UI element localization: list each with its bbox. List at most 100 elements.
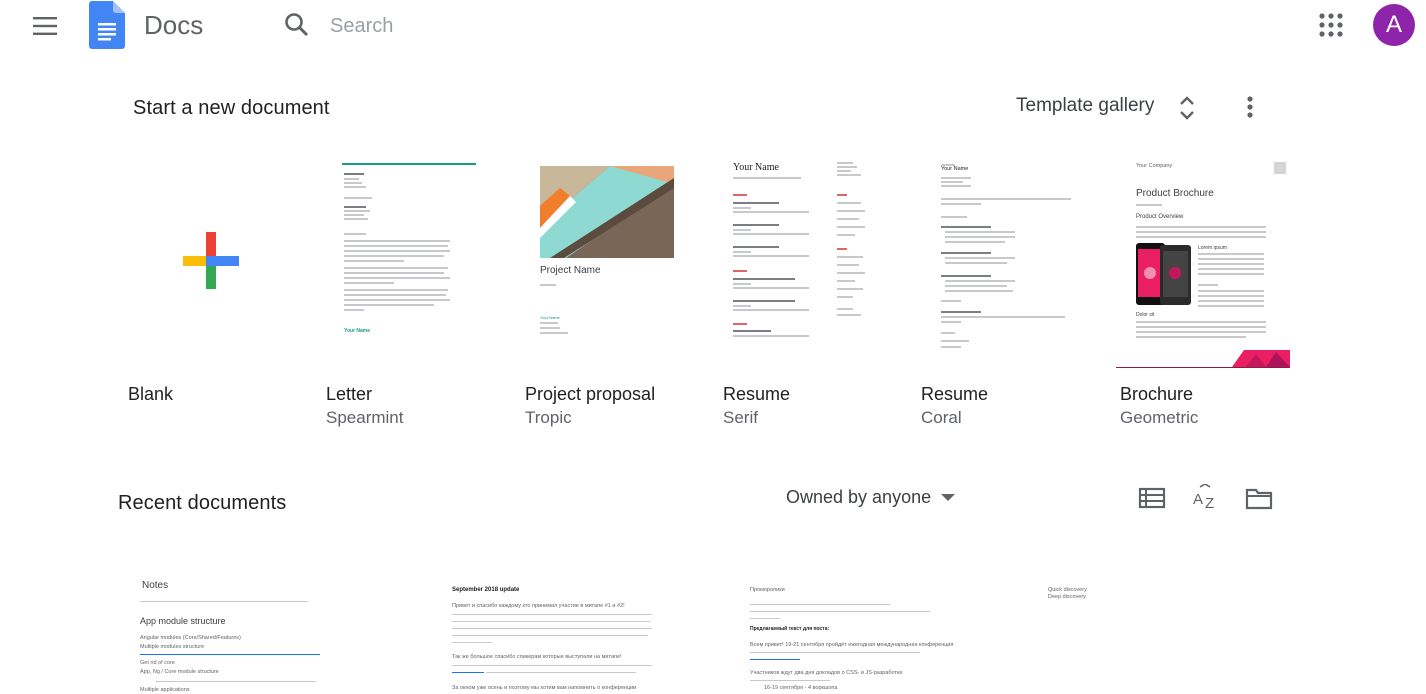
text-line <box>452 621 650 622</box>
text-line <box>344 206 366 208</box>
new-document-plus-icon <box>183 232 239 289</box>
google-apps-icon[interactable] <box>1316 10 1346 40</box>
blank-thumbnail <box>128 160 262 368</box>
text-line <box>344 277 450 279</box>
owner-filter-dropdown[interactable]: Owned by anyone <box>786 487 956 508</box>
text-line <box>837 264 859 266</box>
text-line <box>344 260 404 262</box>
unfold-more-icon[interactable] <box>1174 94 1200 122</box>
text-line <box>156 681 316 682</box>
text-line <box>750 604 890 605</box>
text-line <box>452 635 648 636</box>
text-line <box>344 233 366 235</box>
template-style: Tropic <box>525 408 572 427</box>
text-line <box>344 178 359 180</box>
recent-document-card[interactable]: Проморолики Quick discovery Deep discove… <box>748 570 1088 694</box>
text-line <box>733 211 809 213</box>
text-line <box>344 197 372 199</box>
doc-line: 16-19 сентября - 4 воркшопа <box>764 685 838 691</box>
project-proposal-thumbnail: Project Name Your Name <box>540 160 674 368</box>
start-new-document-heading: Start a new document <box>133 97 330 119</box>
doc-title-text: Проморолики <box>750 587 785 593</box>
main-menu-button[interactable] <box>24 8 66 44</box>
text-line <box>941 252 991 254</box>
doc-line: Всем привет! 19-21 сентября пройдёт ежег… <box>750 642 954 648</box>
text-line <box>837 296 853 298</box>
template-blank[interactable]: Blank <box>128 160 288 404</box>
text-line <box>941 346 961 348</box>
text-line <box>344 309 364 311</box>
folder-icon[interactable] <box>1245 484 1273 512</box>
template-name: Blank <box>128 384 174 404</box>
recent-document-card[interactable]: Notes App module structure Angular modul… <box>140 570 380 694</box>
template-resume-coral[interactable]: Your Name Resume Coral <box>921 160 1081 427</box>
text-line <box>344 255 444 257</box>
text-line <box>941 226 991 228</box>
text-line <box>486 672 636 673</box>
account-avatar[interactable]: A <box>1373 4 1415 46</box>
text-line <box>837 162 853 164</box>
doc-subtitle-text: App module structure <box>140 616 226 626</box>
search-icon[interactable] <box>282 10 312 40</box>
text-line <box>945 285 1007 287</box>
brochure-overview-text: Product Overview <box>1136 214 1184 220</box>
text-line <box>837 288 863 290</box>
text-line <box>733 229 751 231</box>
more-options-icon[interactable] <box>1238 94 1262 122</box>
geometric-footer-art <box>1116 350 1290 368</box>
text-line <box>750 652 920 653</box>
text-line <box>1198 253 1264 255</box>
template-style: Geometric <box>1120 408 1199 427</box>
letter-signature: Your Name <box>344 328 371 334</box>
text-line <box>837 226 865 228</box>
text-line <box>941 300 961 302</box>
text-line <box>945 231 1015 233</box>
doc-line: Multiple applications <box>140 687 190 693</box>
text-line <box>941 316 1065 318</box>
text-line <box>344 182 362 184</box>
text-line <box>837 174 861 176</box>
template-letter-spearmint[interactable]: Your Name Letter Spearmint <box>326 160 486 427</box>
phone-image <box>1136 243 1191 305</box>
brochure-lorem-text: Lorem ipsum <box>1198 245 1227 251</box>
list-view-icon[interactable] <box>1138 484 1166 512</box>
text-line <box>452 614 652 615</box>
doc-title-text: Notes <box>142 580 169 591</box>
template-name: Brochure <box>1120 384 1194 404</box>
text-line <box>941 203 981 205</box>
docs-logo-icon[interactable] <box>89 1 125 49</box>
text-line <box>941 185 971 187</box>
template-resume-serif[interactable]: Your Name Resume Serif <box>723 160 883 427</box>
doc-line: Так же большое спасибо спикерам которые … <box>452 654 622 660</box>
template-brochure-geometric[interactable]: Your Company Product Brochure Product Ov… <box>1116 160 1290 427</box>
section-marker <box>837 194 847 196</box>
app-title[interactable]: Docs <box>144 10 203 41</box>
text-line <box>1136 231 1266 233</box>
tropic-cover-art <box>540 166 674 258</box>
text-line <box>945 236 1015 238</box>
doc-line: Get rid of core <box>140 660 175 666</box>
text-line <box>540 327 560 329</box>
template-name: Project proposal <box>525 384 656 404</box>
text-line <box>344 299 450 301</box>
text-line <box>733 287 809 289</box>
recent-document-card[interactable]: September 2018 update Привет и спасибо к… <box>450 570 690 694</box>
template-style: Spearmint <box>326 408 404 427</box>
search-input[interactable] <box>330 8 830 44</box>
text-line <box>750 618 780 619</box>
project-author-text: Your Name <box>540 315 560 320</box>
text-line <box>1198 300 1264 302</box>
letter-thumbnail: Your Name <box>342 160 476 368</box>
text-line <box>344 245 448 247</box>
text-line <box>1136 326 1266 328</box>
template-gallery-button[interactable]: Template gallery <box>1016 95 1154 117</box>
dropdown-arrow-icon <box>941 493 956 501</box>
template-project-proposal-tropic[interactable]: Project Name Your Name Project proposal … <box>525 160 685 427</box>
app-header: Docs A <box>0 0 1426 52</box>
text-line <box>945 262 1007 264</box>
text-line <box>452 665 652 666</box>
sort-az-icon[interactable]: A Z <box>1192 484 1220 512</box>
text-line <box>837 308 853 310</box>
doc-line: За окном уже осень и поэтому мы хотим ва… <box>452 685 637 691</box>
text-line <box>540 284 556 286</box>
